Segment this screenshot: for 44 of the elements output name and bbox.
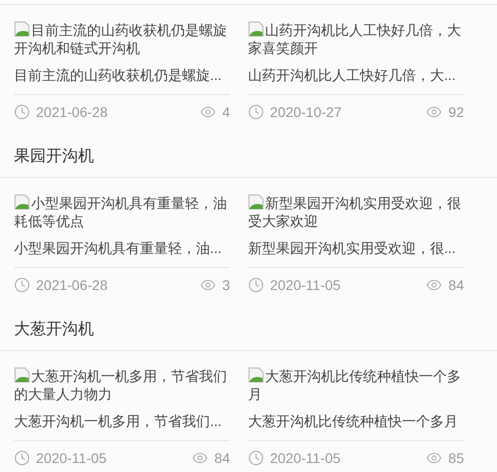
article-excerpt[interactable]: 小型果园开沟机具有重量轻，油... <box>14 239 230 268</box>
broken-image-icon <box>14 194 30 210</box>
view-count: 4 <box>222 102 230 122</box>
clock-icon <box>248 277 264 293</box>
publish-date: 2020-11-05 <box>36 448 107 468</box>
section-title: 大葱开沟机 <box>14 320 95 340</box>
article-excerpt[interactable]: 大葱开沟机一机多用，节省我们... <box>14 412 230 441</box>
article-excerpt[interactable]: 山药开沟机比人工快好几倍，大... <box>248 66 464 95</box>
image-alt-text[interactable]: 大葱开沟机比传统种植快一个多月 <box>248 367 464 403</box>
broken-image-icon <box>14 21 30 37</box>
clock-icon <box>14 450 30 466</box>
eye-icon <box>192 450 208 466</box>
broken-image-icon <box>248 21 264 37</box>
image-alt-text[interactable]: 小型果园开沟机具有重量轻，油耗低等优点 <box>14 194 230 230</box>
view-count: 84 <box>448 276 464 294</box>
view-count: 85 <box>448 448 464 468</box>
broken-image-icon <box>14 367 30 383</box>
eye-icon <box>426 277 442 293</box>
broken-image-icon <box>248 194 264 210</box>
section-title: 果园开沟机 <box>14 147 95 167</box>
publish-date: 2020-11-05 <box>270 276 341 294</box>
article-excerpt[interactable]: 大葱开沟机比传统种植快一个多月 <box>248 412 464 441</box>
image-alt-text[interactable]: 新型果园开沟机实用受欢迎，很受大家欢迎 <box>248 194 464 230</box>
eye-icon <box>200 277 216 293</box>
clock-icon <box>14 104 30 120</box>
broken-image-icon <box>248 367 264 383</box>
article-excerpt[interactable]: 新型果园开沟机实用受欢迎，很... <box>248 239 464 268</box>
eye-icon <box>426 450 442 466</box>
view-count: 92 <box>448 102 464 122</box>
eye-icon <box>426 104 442 120</box>
view-count: 3 <box>222 276 230 294</box>
image-alt-text[interactable]: 目前主流的山药收获机仍是螺旋开沟机和链式开沟机 <box>14 21 230 57</box>
image-alt-text[interactable]: 山药开沟机比人工快好几倍，大家喜笑颜开 <box>248 21 464 57</box>
publish-date: 2021-06-28 <box>36 102 108 122</box>
view-count: 84 <box>214 448 230 468</box>
clock-icon <box>248 450 264 466</box>
clock-icon <box>248 104 264 120</box>
article-excerpt[interactable]: 目前主流的山药收获机仍是螺旋... <box>14 66 230 95</box>
publish-date: 2021-06-28 <box>36 276 108 294</box>
publish-date: 2020-10-27 <box>270 102 342 122</box>
eye-icon <box>200 104 216 120</box>
image-alt-text[interactable]: 大葱开沟机一机多用，节省我们的大量人力物力 <box>14 367 230 403</box>
clock-icon <box>14 277 30 293</box>
publish-date: 2020-11-05 <box>270 448 341 468</box>
